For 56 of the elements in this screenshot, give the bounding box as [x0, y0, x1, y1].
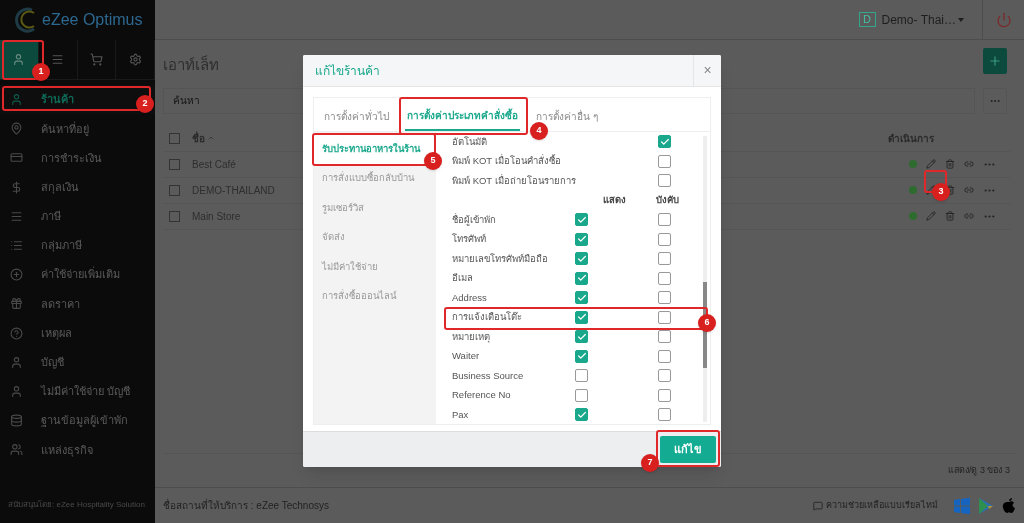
sidebar-item[interactable]: แหล่งธุรกิจ [0, 435, 155, 465]
sidebar-item-label: ไม่มีค่าใช้จ่าย บัญชี [39, 384, 131, 400]
sidebar-item-label: การชำระเงิน [40, 150, 102, 166]
field-label: Address [452, 290, 487, 305]
field-label: Waiter [452, 349, 480, 364]
sidebar-item[interactable]: ไม่มีค่าใช้จ่าย บัญชี [0, 376, 155, 407]
order-type-item[interactable]: การสั่งซื้อออนไลน์ [314, 281, 436, 311]
field-label: โทรศัพท์ [452, 232, 486, 247]
field-label: หมายเลขโทรศัพท์มือถือ [452, 251, 548, 266]
column-label: แสดง [603, 193, 626, 208]
field-label: Reference No [452, 388, 511, 403]
sidebar-item-label: ภาษี [40, 209, 61, 225]
field-label: การแจ้งเตือนโต๊ะ [452, 310, 522, 325]
column-label: บังคับ [656, 193, 679, 208]
property-dropdown[interactable]: Demo- Thai… [881, 10, 964, 29]
field-label: Pax [452, 407, 469, 422]
sidebar-item-label: ร้านค้า [40, 92, 74, 108]
dialog-title: แก้ไขร้านค้า [315, 62, 380, 80]
sidebar-item-label: ฐานข้อมูลผู้เข้าพัก [40, 413, 128, 429]
field-label: Business Source [452, 368, 524, 383]
order-type-item[interactable]: รูมเซอร์วิส [314, 193, 436, 223]
option-label: พิมพ์ KOT เมื่อถ่ายโอนรายการ [452, 173, 576, 188]
sidebar-item-label: ค้นหาที่อยู่ [40, 120, 89, 138]
sidebar-item-label: บัญชี [40, 355, 64, 371]
property-initial: D [858, 12, 876, 27]
step-number: 7 [641, 454, 659, 472]
sidebar-item[interactable]: เหตุผล [0, 318, 155, 348]
sidebar-item-label: ลดราคา [40, 296, 80, 312]
sidebar-item-label: กลุ่มภาษี [40, 238, 82, 254]
sidebar-item[interactable]: ฐานข้อมูลผู้เข้าพัก [0, 406, 155, 436]
provider-text: ชื่อสถานที่ให้บริการ : eZee Technosys [163, 498, 329, 513]
save-button[interactable]: แก้ไข [660, 436, 716, 463]
field-label: หมายเหตุ [452, 329, 490, 344]
option-label: อัตโนมัติ [452, 134, 487, 149]
sidebar-item[interactable]: ลดราคา [0, 289, 155, 319]
sidebar-item-label: สกุลเงิน [40, 179, 79, 196]
option-label: พิมพ์ KOT เมื่อโอนคำสั่งซื้อ [452, 154, 561, 169]
step-number: 3 [932, 183, 950, 201]
sidebar-item[interactable]: ภาษี [0, 201, 155, 231]
order-type-item[interactable]: ไม่มีค่าใช้จ่าย [314, 252, 436, 282]
help-link[interactable]: ความช่วยเหลือแบบเรียลไทม์ [826, 498, 938, 513]
sidebar-item-label: เหตุผล [40, 325, 72, 342]
order-type-item[interactable]: จัดส่ง [314, 222, 436, 252]
sidebar-item[interactable]: การชำระเงิน [0, 143, 155, 173]
close-button[interactable]: × [693, 55, 721, 87]
logo-text: eZee Optimus [42, 10, 143, 30]
sidebar-item[interactable]: ค่าใช้จ่ายเพิ่มเติม [0, 260, 155, 290]
field-label: อีเมล [452, 271, 473, 286]
sidebar-item[interactable]: ค้นหาที่อยู่ [0, 114, 155, 144]
sidebar-item[interactable]: สกุลเงิน [0, 172, 155, 202]
sidebar-item-label: ค่าใช้จ่ายเพิ่มเติม [40, 266, 120, 283]
sidebar-item[interactable]: กลุ่มภาษี [0, 230, 155, 261]
field-label: ชื่อผู้เข้าพัก [452, 212, 496, 227]
dialog-tab[interactable]: การตั้งค่าทั่วไป [322, 101, 391, 131]
sidebar-item[interactable]: บัญชี [0, 347, 155, 377]
sidebar-item-label: แหล่งธุรกิจ [40, 442, 93, 459]
